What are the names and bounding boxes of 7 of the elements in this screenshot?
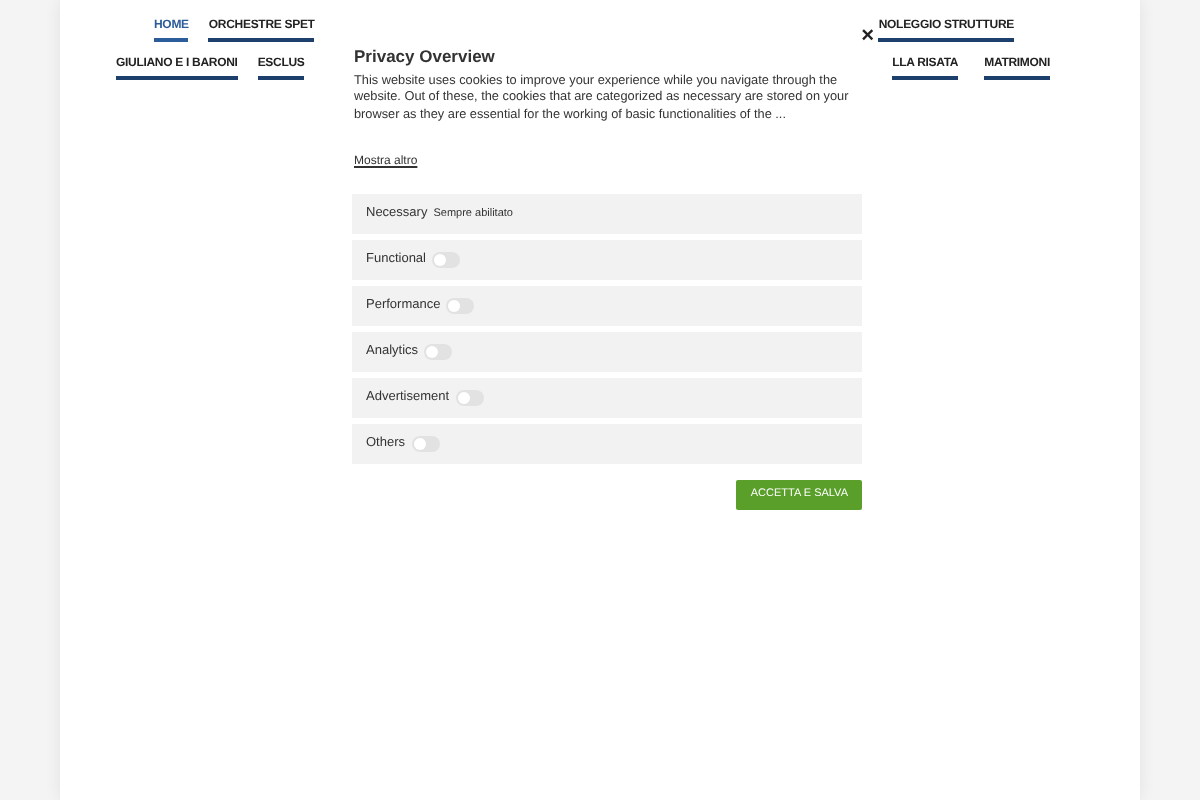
- dialog-title: Privacy Overview: [354, 46, 497, 67]
- toggle-switch[interactable]: [411, 435, 440, 452]
- toggle-switch[interactable]: [455, 389, 484, 406]
- toggle-switch[interactable]: [424, 343, 453, 360]
- toggle-switch[interactable]: [446, 297, 475, 314]
- toggle-switch[interactable]: [432, 251, 460, 268]
- close-button[interactable]: ×: [861, 26, 874, 48]
